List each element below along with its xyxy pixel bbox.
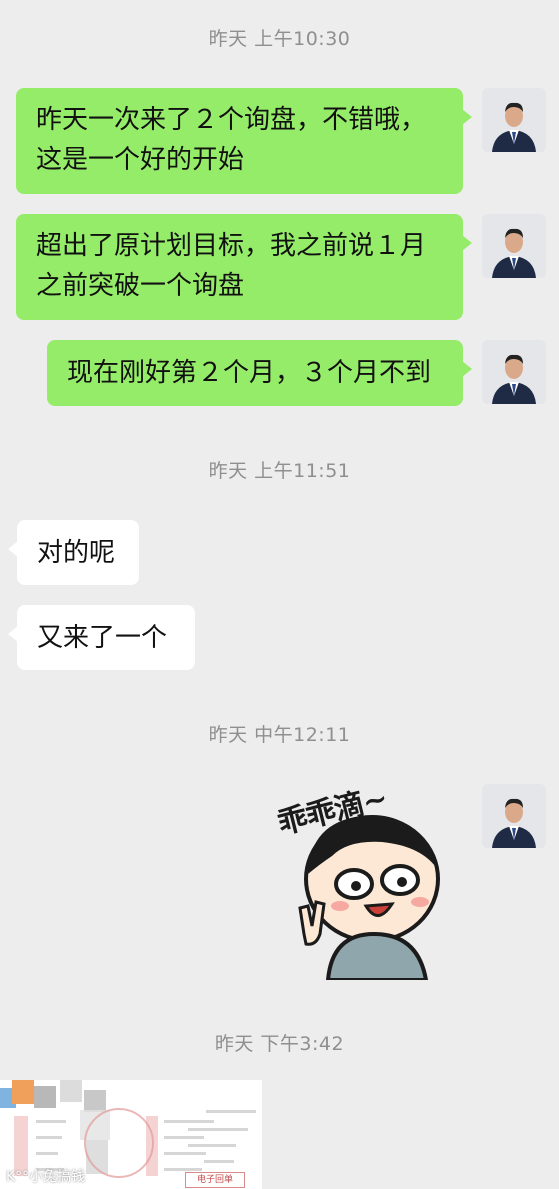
user-avatar[interactable]: [482, 88, 546, 152]
message-text: 现在刚好第２个月，３个月不到: [67, 358, 432, 388]
message-bubble-sent[interactable]: 超出了原计划目标，我之前说１月 之前突破一个询盘: [16, 214, 472, 320]
message-text: 之前突破一个询盘: [36, 271, 245, 301]
message-text: 这是一个好的开始: [36, 145, 245, 175]
timestamp: 昨天 上午10:30: [208, 28, 351, 50]
receipt-title: 电子回单: [185, 1172, 245, 1188]
watermark: K°°小兔搞钱: [6, 1169, 86, 1185]
timestamp: 昨天 中午12:11: [208, 724, 351, 746]
avatar-icon: [482, 784, 546, 848]
message-bubble-sent[interactable]: 昨天一次来了２个询盘，不错哦， 这是一个好的开始: [16, 88, 472, 194]
user-avatar[interactable]: [482, 340, 546, 404]
user-avatar[interactable]: [482, 784, 546, 848]
message-bubble-received[interactable]: 又来了一个: [8, 605, 195, 670]
avatar-icon: [482, 88, 546, 152]
message-text: 超出了原计划目标，我之前说１月: [36, 231, 427, 261]
timestamp: 昨天 下午3:42: [214, 1033, 345, 1055]
avatar-icon: [482, 340, 546, 404]
message-text: 对的呢: [37, 538, 116, 568]
message-bubble-sent[interactable]: 现在刚好第２个月，３个月不到: [47, 340, 472, 406]
message-text: 昨天一次来了２个询盘，不错哦，: [36, 105, 427, 135]
stamp-seal: [84, 1108, 154, 1178]
message-text: 又来了一个: [37, 623, 168, 653]
timestamp: 昨天 上午11:51: [208, 460, 351, 482]
message-bubble-received[interactable]: 对的呢: [8, 520, 139, 585]
avatar-icon: [482, 214, 546, 278]
user-avatar[interactable]: [482, 214, 546, 278]
